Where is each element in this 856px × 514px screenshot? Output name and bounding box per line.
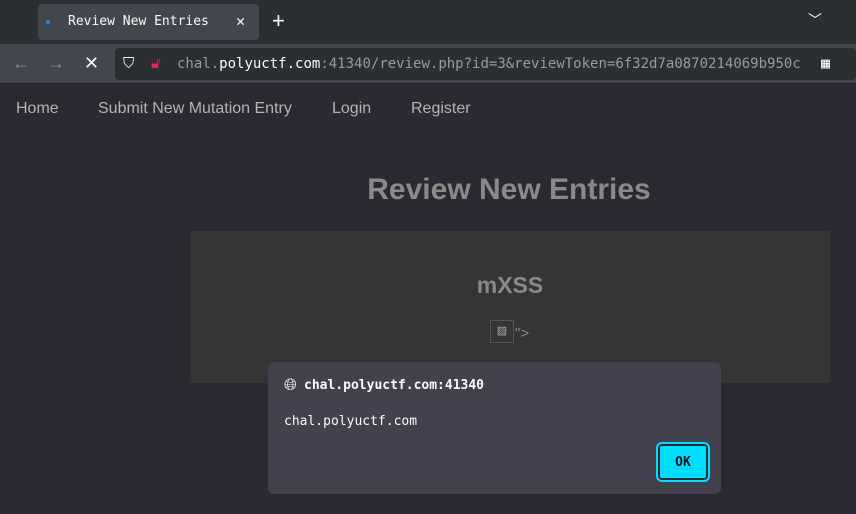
tab-bar: Review New Entries ✕ + ﹀	[0, 0, 856, 44]
tab-title: Review New Entries	[68, 14, 209, 29]
entry-card: mXSS ▨ ">	[190, 231, 830, 383]
site-menu: Home Submit New Mutation Entry Login Reg…	[0, 84, 856, 132]
entry-title: mXSS	[476, 272, 544, 298]
menu-home[interactable]: Home	[16, 100, 59, 118]
close-tab-icon[interactable]: ✕	[236, 12, 245, 30]
tab-list-chevron-icon[interactable]: ﹀	[808, 10, 822, 30]
tab-review[interactable]: Review New Entries ✕	[38, 4, 259, 40]
menu-register[interactable]: Register	[411, 100, 471, 118]
ok-button[interactable]: OK	[656, 442, 710, 482]
dialog-origin: chal.polyuctf.com:41340	[304, 378, 485, 393]
new-tab-button[interactable]: +	[272, 8, 285, 34]
entry-suffix: ">	[515, 325, 530, 342]
back-button[interactable]: ←	[12, 53, 30, 74]
menu-submit[interactable]: Submit New Mutation Entry	[98, 100, 292, 118]
dialog-message: chal.polyuctf.com	[284, 414, 418, 429]
stop-button[interactable]: ✕	[84, 53, 99, 74]
alert-dialog: 🌐︎ chal.polyuctf.com:41340 chal.polyuctf…	[268, 362, 721, 494]
loading-icon	[46, 20, 50, 24]
nav-bar: ← → ✕ ⛉ 🔓︎ chal.polyuctf.com:41340/revie…	[0, 44, 856, 84]
shield-icon[interactable]: ⛉	[123, 54, 134, 72]
forward-button[interactable]: →	[47, 53, 65, 74]
broken-image-icon: ▨	[490, 320, 514, 343]
menu-login[interactable]: Login	[332, 100, 371, 118]
url-bar[interactable]: ⛉ 🔓︎ chal.polyuctf.com:41340/review.php?…	[115, 48, 856, 80]
qr-code-icon[interactable]: ▦	[821, 54, 831, 72]
globe-icon: 🌐︎	[284, 375, 297, 394]
page-title: Review New Entries	[367, 173, 651, 206]
insecure-lock-icon[interactable]: 🔓︎	[151, 54, 161, 72]
